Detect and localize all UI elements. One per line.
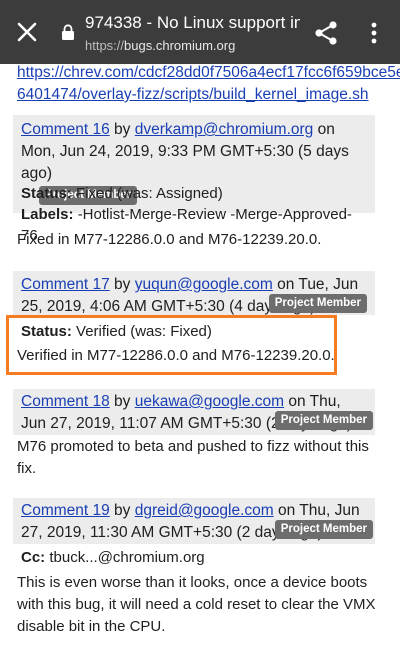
comment-body: Fixed in M77-12286.0.0 and M76-12239.20.… bbox=[17, 231, 322, 248]
project-member-badge: Project Member bbox=[274, 411, 373, 430]
labels-label: Labels: bbox=[21, 206, 74, 223]
by-label: by bbox=[114, 276, 131, 293]
author-link[interactable]: dverkamp@chromium.org bbox=[135, 121, 314, 138]
author-link[interactable]: dgreid@google.com bbox=[135, 502, 274, 519]
comment-link[interactable]: Comment 19 bbox=[21, 502, 110, 519]
comment-updates: Cc: tbuck...@chromium.org bbox=[13, 544, 375, 571]
page-url[interactable]: https://bugs.chromium.org bbox=[85, 38, 235, 53]
link-line-2[interactable]: 6401474/overlay-fizz/scripts/build_kerne… bbox=[17, 84, 387, 106]
project-member-badge: Project Member bbox=[274, 520, 373, 539]
comment-body: M76 promoted to beta and pushed to fizz … bbox=[17, 438, 369, 477]
highlight-box bbox=[6, 315, 337, 375]
page-content: https://chrev.com/cdcf28dd0f7506a4ecf17f… bbox=[0, 64, 400, 647]
comment-link[interactable]: Comment 16 bbox=[21, 121, 110, 138]
status-label: Status: bbox=[21, 185, 72, 202]
comment-body: This is even worse than it looks, once a… bbox=[17, 574, 376, 635]
page-title[interactable]: 974338 - No Linux support in... bbox=[85, 13, 300, 33]
comment-header: Comment 17 by yuqun@google.com on Tue, J… bbox=[13, 271, 375, 315]
comment-link[interactable]: Comment 18 bbox=[21, 393, 110, 410]
by-label: by bbox=[114, 502, 131, 519]
cc-value: tbuck...@chromium.org bbox=[49, 549, 205, 566]
author-link[interactable]: yuqun@google.com bbox=[135, 276, 273, 293]
author-link[interactable]: uekawa@google.com bbox=[135, 393, 284, 410]
lock-icon bbox=[62, 24, 74, 40]
by-label: by bbox=[114, 121, 131, 138]
status-value: Fixed (was: Assigned) bbox=[76, 185, 223, 202]
by-label: by bbox=[114, 393, 131, 410]
share-icon[interactable] bbox=[313, 20, 339, 46]
close-icon[interactable] bbox=[14, 19, 40, 45]
project-member-badge: Project Member bbox=[268, 294, 367, 313]
url-host: bugs.chromium.org bbox=[124, 38, 236, 53]
cc-label: Cc: bbox=[21, 549, 46, 566]
comment-header: Comment 18 by uekawa@google.com on Thu, … bbox=[13, 389, 375, 435]
custom-tab-toolbar: 974338 - No Linux support in... https://… bbox=[0, 0, 400, 64]
url-scheme: https:// bbox=[85, 38, 125, 53]
previous-comment-link[interactable]: https://chrev.com/cdcf28dd0f7506a4ecf17f… bbox=[17, 64, 400, 106]
link-line-1[interactable]: https://chrev.com/cdcf28dd0f7506a4ecf17f… bbox=[17, 64, 400, 84]
comment-header: Comment 19 by dgreid@google.com on Thu, … bbox=[13, 498, 375, 544]
overflow-menu-icon[interactable] bbox=[363, 20, 385, 46]
comment-link[interactable]: Comment 17 bbox=[21, 276, 110, 293]
